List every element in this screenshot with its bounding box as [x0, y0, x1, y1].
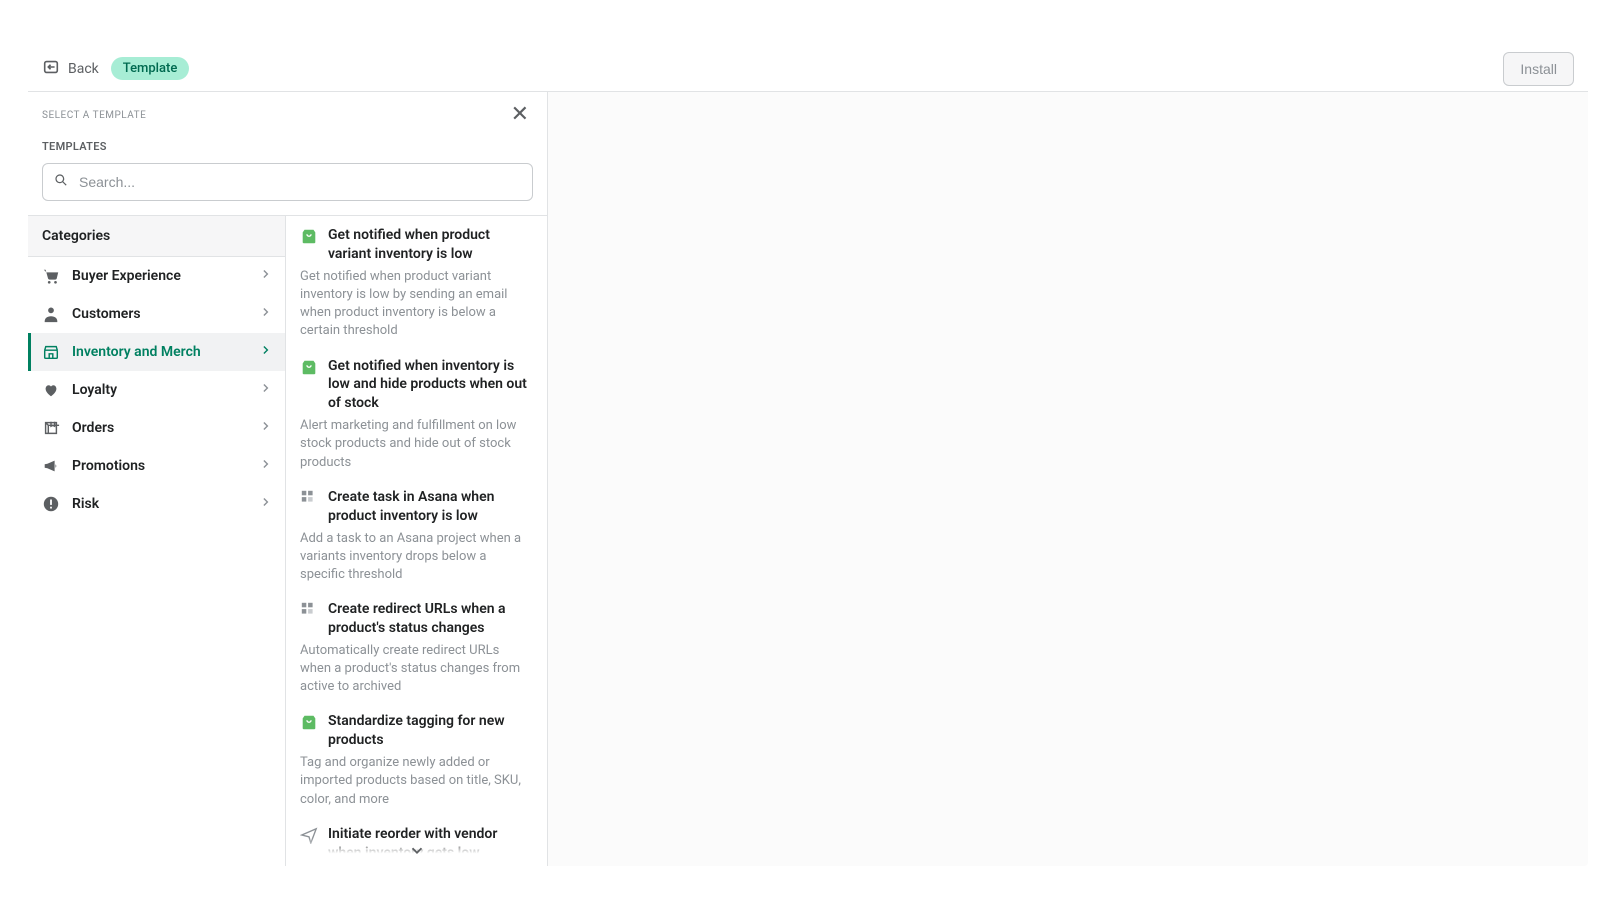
- templates-list: Get notified when product variant invent…: [286, 216, 547, 866]
- sidebar-item-loyalty[interactable]: Loyalty: [28, 371, 285, 409]
- grid-icon: [300, 489, 318, 507]
- search-input[interactable]: [77, 173, 522, 191]
- chevron-right-icon: [259, 495, 273, 513]
- template-item[interactable]: Create task in Asana when product invent…: [300, 488, 533, 584]
- search-icon: [53, 172, 77, 192]
- scroll-more-indicator[interactable]: [286, 838, 547, 866]
- template-item[interactable]: Create redirect URLs when a product's st…: [300, 600, 533, 696]
- sidebar-item-customers[interactable]: Customers: [28, 295, 285, 333]
- alert-icon: [42, 495, 60, 513]
- select-template-label: SELECT A TEMPLATE: [42, 110, 146, 121]
- preview-area: [548, 92, 1588, 866]
- template-pill: Template: [111, 57, 190, 80]
- sidebar-item-label: Buyer Experience: [72, 268, 247, 284]
- close-icon: ✕: [511, 102, 529, 127]
- template-item[interactable]: Standardize tagging for new products Tag …: [300, 712, 533, 808]
- template-description: Add a task to an Asana project when a va…: [300, 530, 533, 585]
- chevron-down-icon: [408, 841, 426, 863]
- template-description: Automatically create redirect URLs when …: [300, 642, 533, 697]
- shop-icon: [300, 358, 318, 376]
- chevron-right-icon: [259, 267, 273, 285]
- back-button[interactable]: Back: [42, 58, 99, 80]
- shop-icon: [300, 713, 318, 731]
- template-item[interactable]: Get notified when product variant invent…: [300, 226, 533, 341]
- categories-header: Categories: [28, 216, 285, 257]
- cart-icon: [42, 267, 60, 285]
- template-description: Tag and organize newly added or imported…: [300, 754, 533, 809]
- chevron-right-icon: [259, 343, 273, 361]
- template-description: Get notified when product variant invent…: [300, 268, 533, 341]
- template-title: Standardize tagging for new products: [328, 712, 533, 750]
- templates-section-label: TEMPLATES: [42, 140, 533, 153]
- chevron-right-icon: [259, 305, 273, 323]
- sidebar-item-label: Promotions: [72, 458, 247, 474]
- sidebar-item-inventory[interactable]: Inventory and Merch: [28, 333, 285, 371]
- template-panel: SELECT A TEMPLATE ✕ TEMPLATES Categor: [28, 92, 548, 866]
- chevron-right-icon: [259, 419, 273, 437]
- back-label: Back: [68, 61, 99, 77]
- install-button[interactable]: Install: [1503, 52, 1574, 86]
- megaphone-icon: [42, 457, 60, 475]
- sidebar-item-promotions[interactable]: Promotions: [28, 447, 285, 485]
- sidebar-item-label: Orders: [72, 420, 247, 436]
- chevron-right-icon: [259, 457, 273, 475]
- sidebar-item-buyer[interactable]: Buyer Experience: [28, 257, 285, 295]
- person-icon: [42, 305, 60, 323]
- box-icon: [42, 419, 60, 437]
- topbar: Back Template Install: [28, 46, 1588, 92]
- sidebar-item-label: Inventory and Merch: [72, 344, 247, 360]
- heart-icon: [42, 381, 60, 399]
- template-description: Alert marketing and fulfillment on low s…: [300, 417, 533, 472]
- sidebar-item-risk[interactable]: Risk: [28, 485, 285, 523]
- sidebar-item-label: Risk: [72, 496, 247, 512]
- back-icon: [42, 58, 60, 80]
- template-title: Get notified when product variant invent…: [328, 226, 533, 264]
- template-item[interactable]: Get notified when inventory is low and h…: [300, 357, 533, 472]
- sidebar-item-label: Customers: [72, 306, 247, 322]
- template-title: Create task in Asana when product invent…: [328, 488, 533, 526]
- shop-icon: [42, 343, 60, 361]
- chevron-right-icon: [259, 381, 273, 399]
- grid-icon: [300, 601, 318, 619]
- search-field[interactable]: [42, 163, 533, 201]
- sidebar-item-orders[interactable]: Orders: [28, 409, 285, 447]
- sidebar-item-label: Loyalty: [72, 382, 247, 398]
- template-title: Create redirect URLs when a product's st…: [328, 600, 533, 638]
- close-button[interactable]: ✕: [507, 100, 533, 130]
- template-title: Get notified when inventory is low and h…: [328, 357, 533, 414]
- categories-list: Categories Buyer Experience Customers Inve…: [28, 216, 286, 866]
- shop-icon: [300, 227, 318, 245]
